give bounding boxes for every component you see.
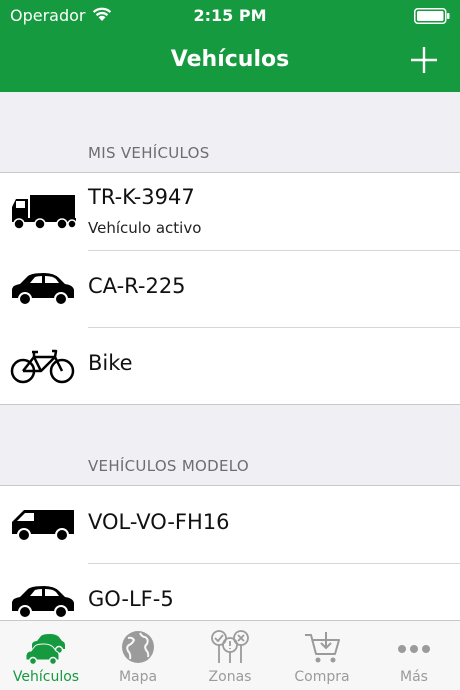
vehicle-plate: TR-K-3947 bbox=[88, 185, 195, 209]
list-item-vehicle[interactable]: VOL-VO-FH16 bbox=[0, 486, 460, 563]
tab-label: Zonas bbox=[208, 669, 252, 685]
tab-zones[interactable]: Zonas bbox=[184, 621, 276, 690]
zones-icon bbox=[211, 630, 249, 663]
car-icon bbox=[12, 586, 74, 619]
tab-bar: Vehículos Mapa Zonas Compra Más bbox=[0, 620, 460, 690]
tab-label: Mapa bbox=[118, 669, 158, 685]
vehicle-plate: GO-LF-5 bbox=[88, 587, 174, 611]
globe-icon bbox=[122, 631, 154, 663]
model-vehicles-group: VOL-VO-FH16 GO-LF-5 bbox=[0, 485, 460, 620]
vehicle-plate: Bike bbox=[88, 351, 133, 375]
list-item-vehicle[interactable]: GO-LF-5 bbox=[0, 563, 460, 620]
car-icon bbox=[12, 273, 74, 306]
list-item-vehicle[interactable]: TR-K-3947 Vehículo activo bbox=[0, 173, 460, 250]
status-time: 2:15 PM bbox=[193, 6, 267, 25]
my-vehicles-group: TR-K-3947 Vehículo activo CA-R-225 Bike bbox=[0, 172, 460, 405]
section-header-model-vehicles: VEHÍCULOS MODELO bbox=[88, 457, 250, 475]
bicycle-icon bbox=[10, 349, 75, 384]
vehicle-plate: VOL-VO-FH16 bbox=[88, 510, 230, 534]
tab-label: Compra bbox=[294, 669, 350, 685]
tab-label: Más bbox=[400, 669, 428, 685]
section-header-my-vehicles: MIS VEHÍCULOS bbox=[88, 144, 210, 162]
navigation-bar: Vehículos bbox=[0, 32, 460, 92]
tab-purchase[interactable]: Compra bbox=[276, 621, 368, 690]
list-item-vehicle[interactable]: CA-R-225 bbox=[0, 250, 460, 327]
list-item-vehicle[interactable]: Bike bbox=[0, 327, 460, 404]
vehicle-status: Vehículo activo bbox=[88, 219, 202, 237]
status-bar: Operador 2:15 PM bbox=[0, 0, 460, 32]
tab-label: Vehículos bbox=[12, 669, 80, 685]
tab-map[interactable]: Mapa bbox=[92, 621, 184, 690]
tab-vehicles[interactable]: Vehículos bbox=[0, 621, 92, 690]
cart-icon bbox=[305, 632, 340, 663]
add-vehicle-button[interactable] bbox=[408, 44, 440, 76]
battery-icon bbox=[414, 8, 450, 24]
van-icon bbox=[12, 510, 74, 542]
vehicle-list[interactable]: MIS VEHÍCULOS TR-K-3947 Vehículo activo bbox=[0, 92, 460, 620]
truck-icon bbox=[12, 195, 76, 230]
vehicles-icon bbox=[26, 634, 65, 665]
page-title: Vehículos bbox=[170, 47, 290, 72]
more-icon bbox=[398, 645, 430, 653]
tab-more[interactable]: Más bbox=[368, 621, 460, 690]
vehicle-plate: CA-R-225 bbox=[88, 274, 186, 298]
